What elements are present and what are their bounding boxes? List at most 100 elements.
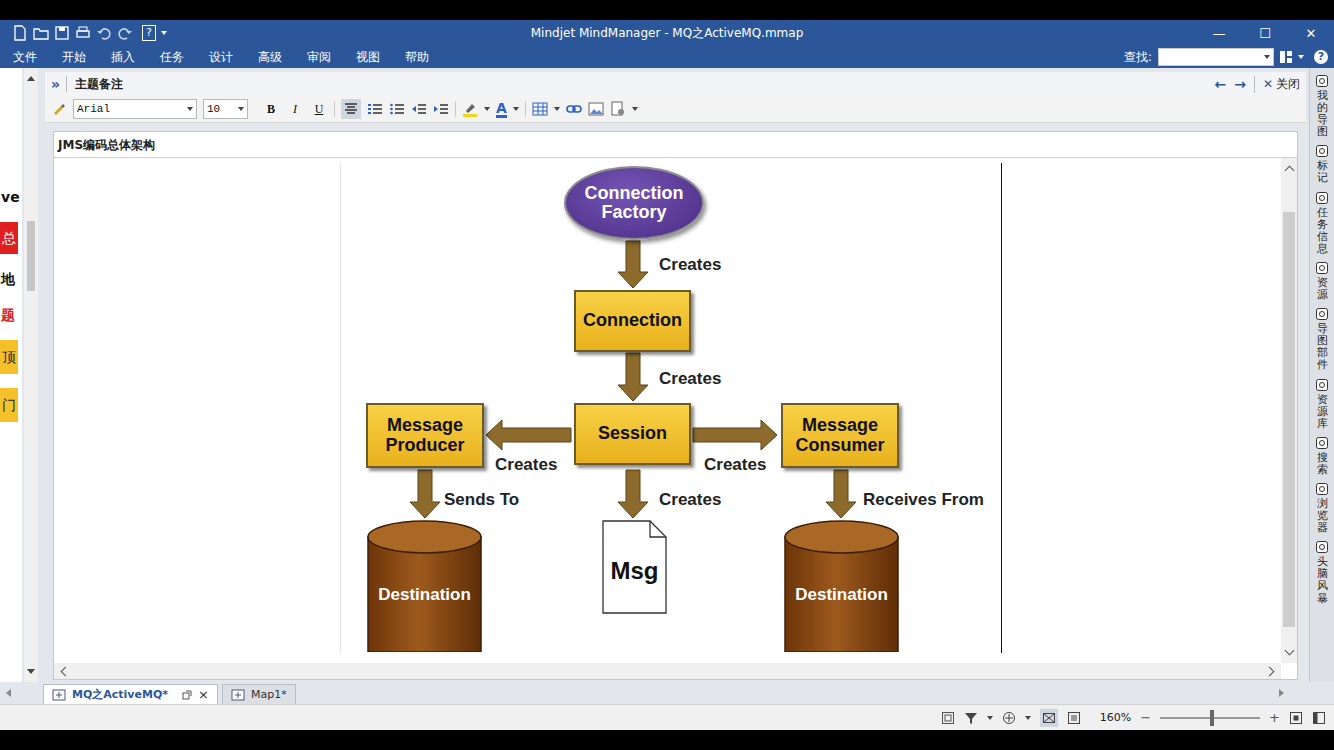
dropdown-caret-icon[interactable] xyxy=(554,107,560,111)
document-tab[interactable]: Map1* xyxy=(222,684,296,704)
font-color-button[interactable]: A xyxy=(496,101,507,118)
notes-icon[interactable] xyxy=(941,711,955,725)
scroll-down-icon[interactable] xyxy=(1284,646,1294,656)
editor-content[interactable]: Connection FactoryConnectionSessionMessa… xyxy=(54,158,1281,663)
menu-item[interactable]: 开始 xyxy=(62,49,86,66)
fit-map-icon[interactable] xyxy=(1289,711,1303,725)
vertical-scrollbar[interactable] xyxy=(24,68,38,682)
task-pane-tab[interactable]: 导图部件 xyxy=(1315,307,1329,371)
print-icon[interactable] xyxy=(75,25,91,41)
zoom-in-button[interactable]: + xyxy=(1269,710,1280,725)
menu-item[interactable]: 文件 xyxy=(13,49,37,66)
align-center-icon[interactable] xyxy=(341,99,361,119)
decrease-indent-icon[interactable] xyxy=(411,101,427,117)
zoom-slider-thumb[interactable] xyxy=(1210,710,1214,726)
map-topic-fragment[interactable]: 门 xyxy=(0,388,18,422)
pop-out-icon[interactable] xyxy=(182,690,192,700)
expand-icon[interactable] xyxy=(1002,711,1016,725)
open-folder-icon[interactable] xyxy=(33,25,49,41)
map-topic-fragment[interactable]: 总 xyxy=(0,222,18,254)
task-pane-tab[interactable]: 浏览器 xyxy=(1315,482,1329,534)
italic-button[interactable]: I xyxy=(286,102,304,117)
panel-layout-icon[interactable] xyxy=(1312,711,1326,725)
task-pane-tab[interactable]: 我的导图 xyxy=(1315,74,1329,138)
menu-item[interactable]: 审阅 xyxy=(307,49,331,66)
scroll-down-icon[interactable] xyxy=(27,669,35,674)
collapse-button[interactable]: » xyxy=(51,76,67,92)
task-pane-tab[interactable]: 资源库 xyxy=(1315,378,1329,430)
bullet-list-icon[interactable] xyxy=(389,101,405,117)
menu-item[interactable]: 高级 xyxy=(258,49,282,66)
dropdown-caret-icon[interactable] xyxy=(1264,55,1270,59)
redo-icon[interactable] xyxy=(117,25,133,41)
map-topic-fragment[interactable]: 顶 xyxy=(0,340,18,374)
image-icon[interactable] xyxy=(588,101,604,117)
flow-arrow-icon xyxy=(618,353,648,401)
task-pane-tab[interactable]: 任务信息 xyxy=(1315,191,1329,255)
task-pane-tab[interactable]: 头脑风暴 xyxy=(1315,540,1329,604)
format-painter-icon[interactable] xyxy=(51,101,67,117)
font-family-select[interactable]: Arial xyxy=(73,99,197,119)
notes-editor[interactable]: JMS编码总体架构Connection FactoryConnectionSes… xyxy=(53,131,1298,680)
search-field[interactable] xyxy=(1158,48,1274,66)
link-icon[interactable] xyxy=(566,101,582,117)
dropdown-caret-icon[interactable] xyxy=(987,716,993,720)
help-button[interactable]: ? xyxy=(142,25,156,41)
table-icon[interactable] xyxy=(532,101,548,117)
zoom-out-button[interactable]: − xyxy=(1140,710,1151,725)
outline-view-icon[interactable] xyxy=(1067,711,1081,725)
map-topic-fragment[interactable]: 地 xyxy=(0,268,16,290)
bold-button[interactable]: B xyxy=(262,102,280,117)
task-pane-tab[interactable]: 标记 xyxy=(1315,144,1329,184)
scroll-thumb[interactable] xyxy=(1283,212,1295,627)
scroll-thumb[interactable] xyxy=(27,221,35,291)
menu-item[interactable]: 帮助 xyxy=(405,49,429,66)
task-pane-tab[interactable]: 搜索 xyxy=(1315,436,1329,476)
map-view-icon[interactable] xyxy=(1040,709,1058,727)
horizontal-scrollbar[interactable] xyxy=(54,663,1281,679)
tab-close-button[interactable]: × xyxy=(198,687,209,702)
scroll-left-icon[interactable] xyxy=(61,666,71,676)
layout-icon[interactable] xyxy=(1278,49,1294,65)
map-topic-fragment[interactable]: ve xyxy=(0,186,21,208)
zoom-slider[interactable] xyxy=(1160,717,1260,719)
scroll-up-icon[interactable] xyxy=(1284,166,1294,176)
menu-item[interactable]: 插入 xyxy=(111,49,135,66)
task-pane-tab[interactable]: 资源 xyxy=(1315,261,1329,301)
menu-item[interactable]: 任务 xyxy=(160,49,184,66)
dropdown-caret-icon[interactable] xyxy=(484,107,490,111)
topic-title: JMS编码总体架构 xyxy=(54,132,1297,158)
tab-scroll-left-icon[interactable] xyxy=(6,689,11,697)
underline-button[interactable]: U xyxy=(310,102,328,117)
vertical-scrollbar[interactable] xyxy=(1281,158,1297,663)
dropdown-caret-icon[interactable] xyxy=(513,107,519,111)
save-icon[interactable] xyxy=(54,25,70,41)
customize-caret-icon[interactable] xyxy=(161,31,167,35)
menu-item[interactable]: 设计 xyxy=(209,49,233,66)
help-icon[interactable]: ? xyxy=(1314,50,1328,64)
document-tab[interactable]: MQ之ActiveMQ*× xyxy=(43,684,218,704)
insert-object-icon[interactable] xyxy=(610,101,626,117)
filter-icon[interactable] xyxy=(964,711,978,725)
layout-caret-icon[interactable] xyxy=(1298,55,1304,59)
new-document-icon[interactable] xyxy=(12,25,28,41)
highlight-icon[interactable] xyxy=(462,101,478,117)
font-size-select[interactable]: 10 xyxy=(203,99,248,119)
tab-scroll-right-icon[interactable] xyxy=(1279,689,1284,697)
map-document-icon xyxy=(52,688,66,702)
map-topic-fragment[interactable]: 题 xyxy=(0,304,16,326)
back-button[interactable]: ← xyxy=(1214,76,1226,92)
numbered-list-icon[interactable] xyxy=(367,101,383,117)
window-control-button[interactable]: ✕ xyxy=(1288,26,1334,41)
scroll-right-icon[interactable] xyxy=(1265,666,1275,676)
window-control-button[interactable]: — xyxy=(1196,26,1242,41)
dropdown-caret-icon[interactable] xyxy=(1025,716,1031,720)
dropdown-caret-icon[interactable] xyxy=(632,107,638,111)
forward-button[interactable]: → xyxy=(1234,76,1246,92)
scroll-up-icon[interactable] xyxy=(27,76,35,81)
menu-item[interactable]: 视图 xyxy=(356,49,380,66)
increase-indent-icon[interactable] xyxy=(433,101,449,117)
close-notes-button[interactable]: ✕关闭 xyxy=(1254,76,1300,93)
undo-icon[interactable] xyxy=(96,25,112,41)
window-control-button[interactable]: ☐ xyxy=(1242,26,1288,41)
